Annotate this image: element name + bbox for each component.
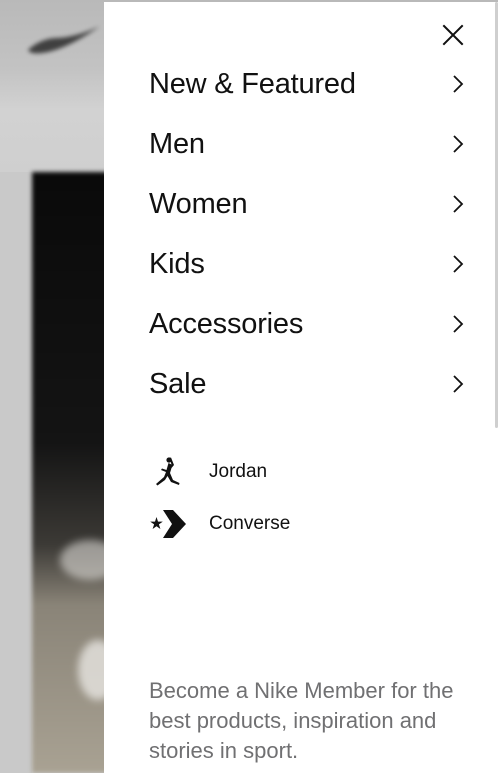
menu-item-accessories[interactable]: Accessories [149, 294, 469, 354]
brand-links: Jordan Converse [149, 446, 469, 550]
membership-pitch: Become a Nike Member for the best produc… [149, 678, 454, 763]
jordan-jumpman-logo [149, 454, 191, 490]
menu-item-sale[interactable]: Sale [149, 354, 469, 414]
menu-item-label: New & Featured [149, 67, 356, 100]
menu-item-label: Accessories [149, 307, 304, 340]
menu-item-label: Men [149, 127, 205, 160]
brand-link-jordan[interactable]: Jordan [149, 446, 469, 498]
menu-item-kids[interactable]: Kids [149, 234, 469, 294]
menu-item-label: Sale [149, 367, 207, 400]
menu-item-women[interactable]: Women [149, 174, 469, 234]
nike-swoosh-logo [28, 26, 100, 54]
chevron-right-icon [451, 193, 465, 215]
chevron-right-icon [451, 373, 465, 395]
chevron-right-icon [451, 253, 465, 275]
navigation-drawer: New & Featured Men Women Kids Accessorie… [104, 2, 498, 773]
chevron-right-icon [451, 313, 465, 335]
menu-item-new-featured[interactable]: New & Featured [149, 54, 469, 114]
menu-item-label: Kids [149, 247, 205, 280]
converse-star-chevron-logo [149, 506, 191, 542]
close-icon [442, 24, 464, 46]
menu-item-men[interactable]: Men [149, 114, 469, 174]
close-menu-button[interactable] [438, 20, 468, 50]
menu-item-label: Women [149, 187, 248, 220]
brand-link-label: Jordan [209, 461, 268, 482]
primary-menu: New & Featured Men Women Kids Accessorie… [149, 54, 469, 414]
brand-link-converse[interactable]: Converse [149, 498, 469, 550]
chevron-right-icon [451, 73, 465, 95]
backdrop-strip [0, 172, 32, 773]
chevron-right-icon [451, 133, 465, 155]
brand-link-label: Converse [209, 513, 291, 534]
